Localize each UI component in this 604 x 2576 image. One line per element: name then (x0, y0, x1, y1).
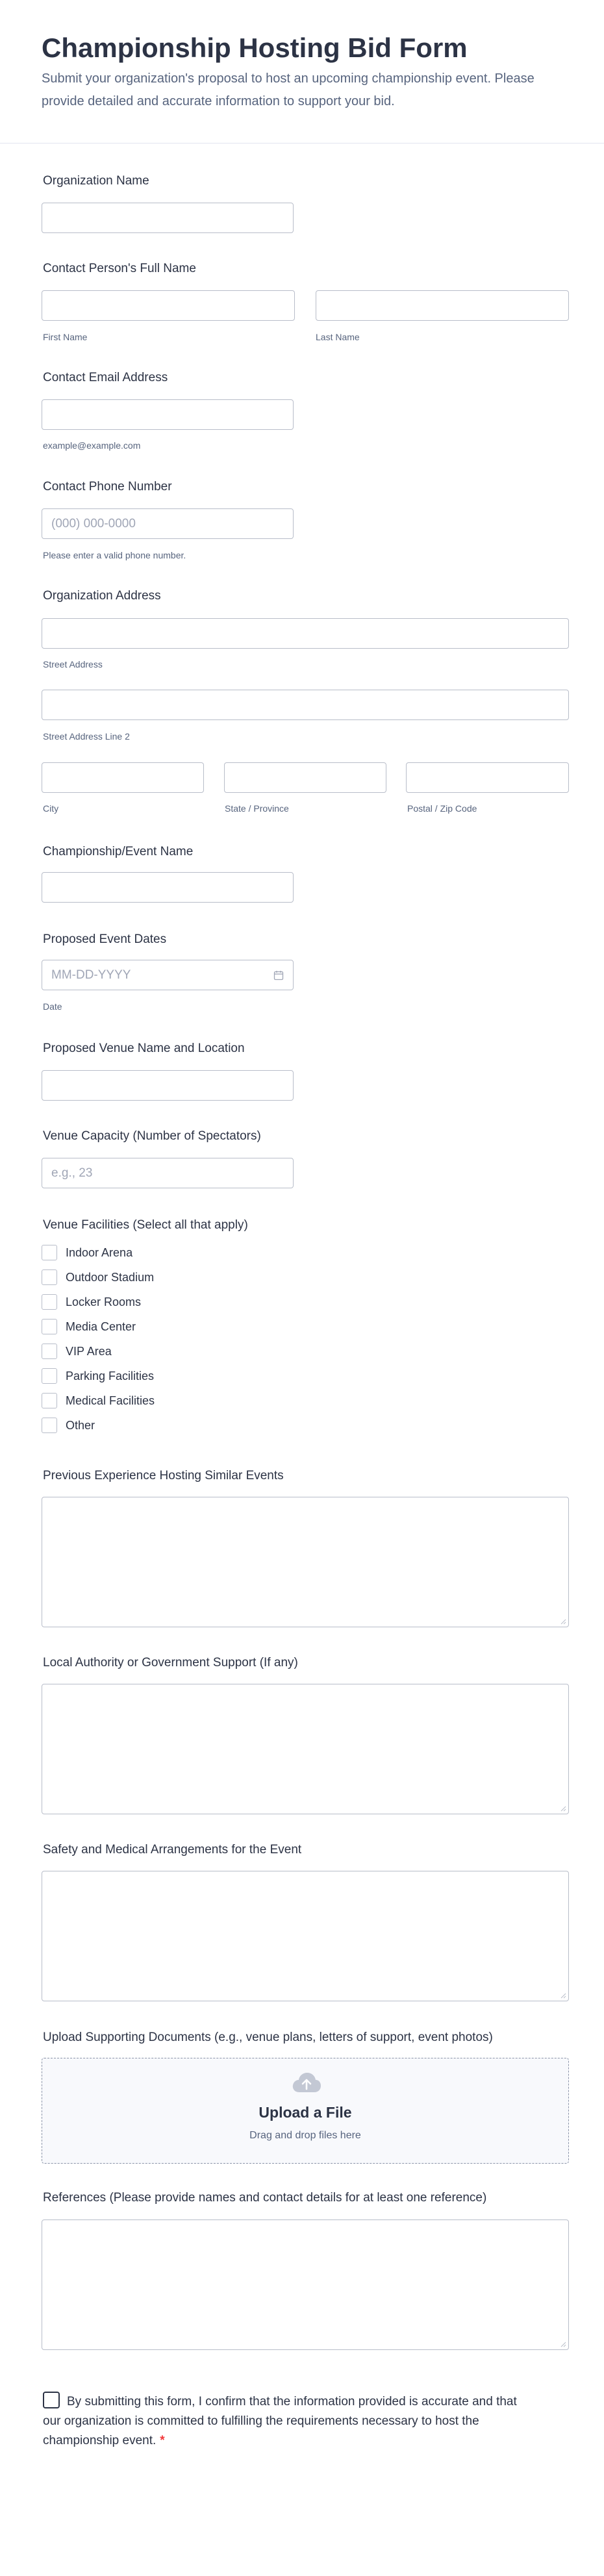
file-upload-dropzone[interactable]: Upload a File Drag and drop files here (42, 2058, 569, 2164)
resize-handle-icon[interactable] (560, 2341, 566, 2347)
contact-name-label: Contact Person's Full Name (43, 262, 196, 275)
confirm-text: By submitting this form, I confirm that … (43, 2395, 517, 2447)
form-header: Championship Hosting Bid Form Submit you… (0, 0, 604, 144)
venue-label: Proposed Venue Name and Location (43, 1042, 245, 1055)
cloud-upload-icon (292, 2073, 321, 2092)
resize-handle-icon[interactable] (560, 1992, 566, 1999)
state-sublabel: State / Province (225, 803, 289, 814)
checkbox[interactable] (42, 1245, 57, 1260)
zip-sublabel: Postal / Zip Code (407, 803, 477, 814)
venue-input[interactable] (42, 1070, 294, 1101)
capacity-label: Venue Capacity (Number of Spectators) (43, 1129, 261, 1143)
authority-label: Local Authority or Government Support (I… (43, 1656, 298, 1669)
first-name-sublabel: First Name (43, 332, 88, 342)
references-label: References (Please provide names and con… (43, 2191, 487, 2205)
resize-handle-icon[interactable] (560, 1805, 566, 1812)
date-placeholder: MM-DD-YYYY (51, 968, 131, 982)
date-sublabel: Date (43, 1001, 62, 1012)
resize-handle-icon[interactable] (560, 1618, 566, 1625)
checkbox[interactable] (42, 1319, 57, 1334)
safety-label: Safety and Medical Arrangements for the … (43, 1843, 302, 1857)
calendar-icon[interactable] (273, 970, 284, 981)
facility-option-label: VIP Area (66, 1345, 112, 1358)
facility-option-label: Locker Rooms (66, 1295, 142, 1308)
upload-label: Upload Supporting Documents (e.g., venue… (43, 2031, 493, 2044)
facility-option-label: Outdoor Stadium (66, 1271, 155, 1284)
upload-title: Upload a File (258, 2104, 352, 2121)
phone-label: Contact Phone Number (43, 480, 172, 494)
date-input[interactable]: MM-DD-YYYY (42, 960, 294, 990)
event-name-label: Championship/Event Name (43, 845, 194, 858)
zip-input[interactable] (406, 762, 569, 793)
org-name-input[interactable] (42, 203, 294, 233)
last-name-input[interactable] (316, 290, 569, 321)
email-sublabel: example@example.com (43, 440, 141, 451)
facility-option-label: Other (66, 1419, 95, 1432)
checkbox[interactable] (42, 1269, 57, 1285)
facilities-label: Venue Facilities (Select all that apply) (43, 1218, 248, 1232)
checkbox[interactable] (42, 1344, 57, 1359)
form-title: Championship Hosting Bid Form (42, 32, 468, 63)
checkbox[interactable] (42, 1368, 57, 1384)
facility-option-label: Indoor Arena (66, 1246, 133, 1259)
upload-hint: Drag and drop files here (249, 2130, 361, 2141)
email-input[interactable] (42, 399, 294, 430)
checkbox[interactable] (42, 1418, 57, 1433)
street-address-input[interactable] (42, 618, 569, 649)
last-name-sublabel: Last Name (316, 332, 360, 342)
experience-label: Previous Experience Hosting Similar Even… (43, 1469, 284, 1482)
capacity-placeholder: e.g., 23 (51, 1166, 93, 1180)
street-address-2-input[interactable] (42, 690, 569, 720)
checkbox[interactable] (42, 1294, 57, 1310)
facility-option-label: Medical Facilities (66, 1394, 155, 1407)
phone-input[interactable]: (000) 000-0000 (42, 508, 294, 539)
capacity-input[interactable]: e.g., 23 (42, 1158, 294, 1188)
email-label: Contact Email Address (43, 371, 168, 384)
confirm-statement: By submitting this form, I confirm that … (43, 2392, 536, 2451)
phone-placeholder: (000) 000-0000 (51, 517, 136, 531)
address-label: Organization Address (43, 589, 161, 603)
checkbox[interactable] (42, 1393, 57, 1408)
dates-label: Proposed Event Dates (43, 932, 167, 946)
first-name-input[interactable] (42, 290, 295, 321)
event-name-input[interactable] (42, 872, 294, 903)
facility-option-label: Parking Facilities (66, 1369, 155, 1382)
safety-textarea[interactable] (42, 1871, 569, 2001)
required-mark: * (160, 2434, 165, 2447)
form-page: Championship Hosting Bid Form Submit you… (0, 0, 604, 2576)
experience-textarea[interactable] (42, 1497, 569, 1627)
org-name-label: Organization Name (43, 174, 149, 188)
street-address-sublabel: Street Address (43, 659, 103, 669)
facility-option-label: Media Center (66, 1320, 136, 1333)
form-subtitle: Submit your organization's proposal to h… (42, 71, 535, 108)
city-sublabel: City (43, 803, 59, 814)
state-input[interactable] (224, 762, 386, 793)
street-address-2-sublabel: Street Address Line 2 (43, 731, 130, 742)
authority-textarea[interactable] (42, 1684, 569, 1814)
city-input[interactable] (42, 762, 204, 793)
references-textarea[interactable] (42, 2220, 569, 2350)
phone-sublabel: Please enter a valid phone number. (43, 550, 186, 560)
